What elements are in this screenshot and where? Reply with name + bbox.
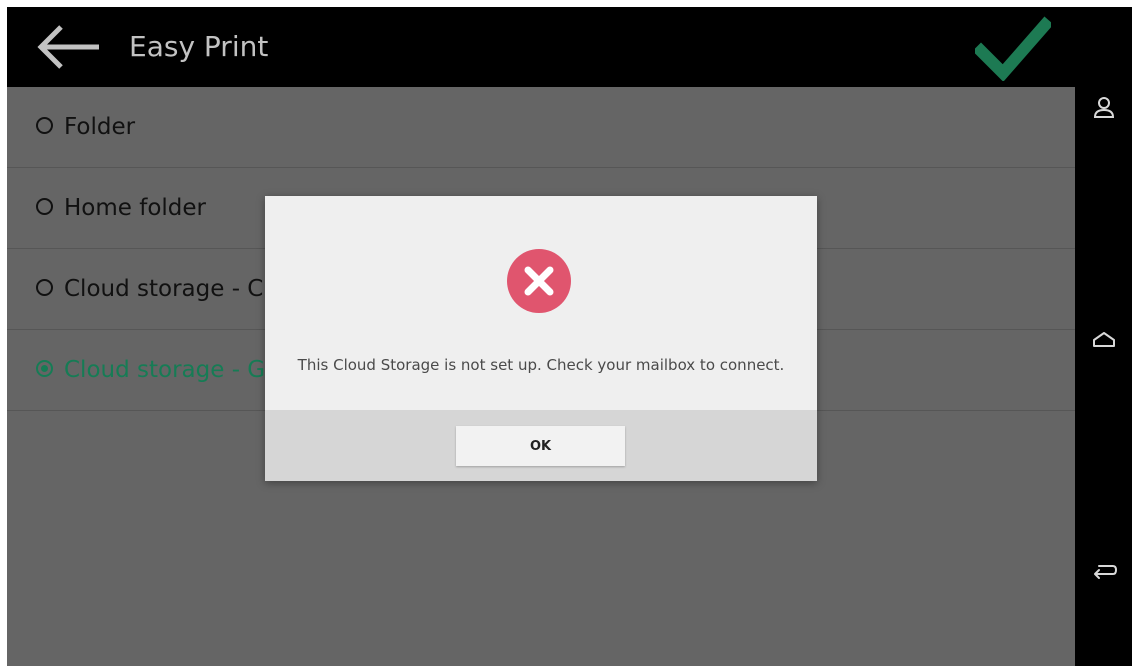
page-title: Easy Print xyxy=(129,30,269,63)
system-nav-bar xyxy=(1075,7,1132,666)
error-dialog: This Cloud Storage is not set up. Check … xyxy=(265,196,817,481)
home-icon[interactable] xyxy=(1089,325,1119,355)
back-icon[interactable] xyxy=(1089,555,1119,585)
radio-button[interactable] xyxy=(36,279,53,296)
error-x-icon xyxy=(507,249,571,313)
user-icon[interactable] xyxy=(1089,93,1119,123)
back-button[interactable] xyxy=(33,21,103,73)
checkmark-icon xyxy=(972,16,1054,82)
list-item-label: Folder xyxy=(64,114,136,140)
app-header: Easy Print xyxy=(7,7,1075,87)
dialog-message: This Cloud Storage is not set up. Check … xyxy=(297,356,785,374)
radio-button[interactable] xyxy=(36,117,53,134)
screen: Easy Print Folder Home folder Cloud stor… xyxy=(7,7,1132,666)
list-item-folder[interactable]: Folder xyxy=(7,87,1075,168)
list-item-label: Cloud storage - C xyxy=(64,276,264,302)
list-item-label: Home folder xyxy=(64,195,206,221)
list-item-label: Cloud storage - G xyxy=(64,357,266,383)
radio-button-selected[interactable] xyxy=(36,360,53,377)
ok-button[interactable]: OK xyxy=(456,426,625,466)
radio-button[interactable] xyxy=(36,198,53,215)
confirm-button[interactable] xyxy=(972,15,1054,82)
dialog-footer: OK xyxy=(265,410,817,481)
arrow-left-icon xyxy=(37,25,99,69)
